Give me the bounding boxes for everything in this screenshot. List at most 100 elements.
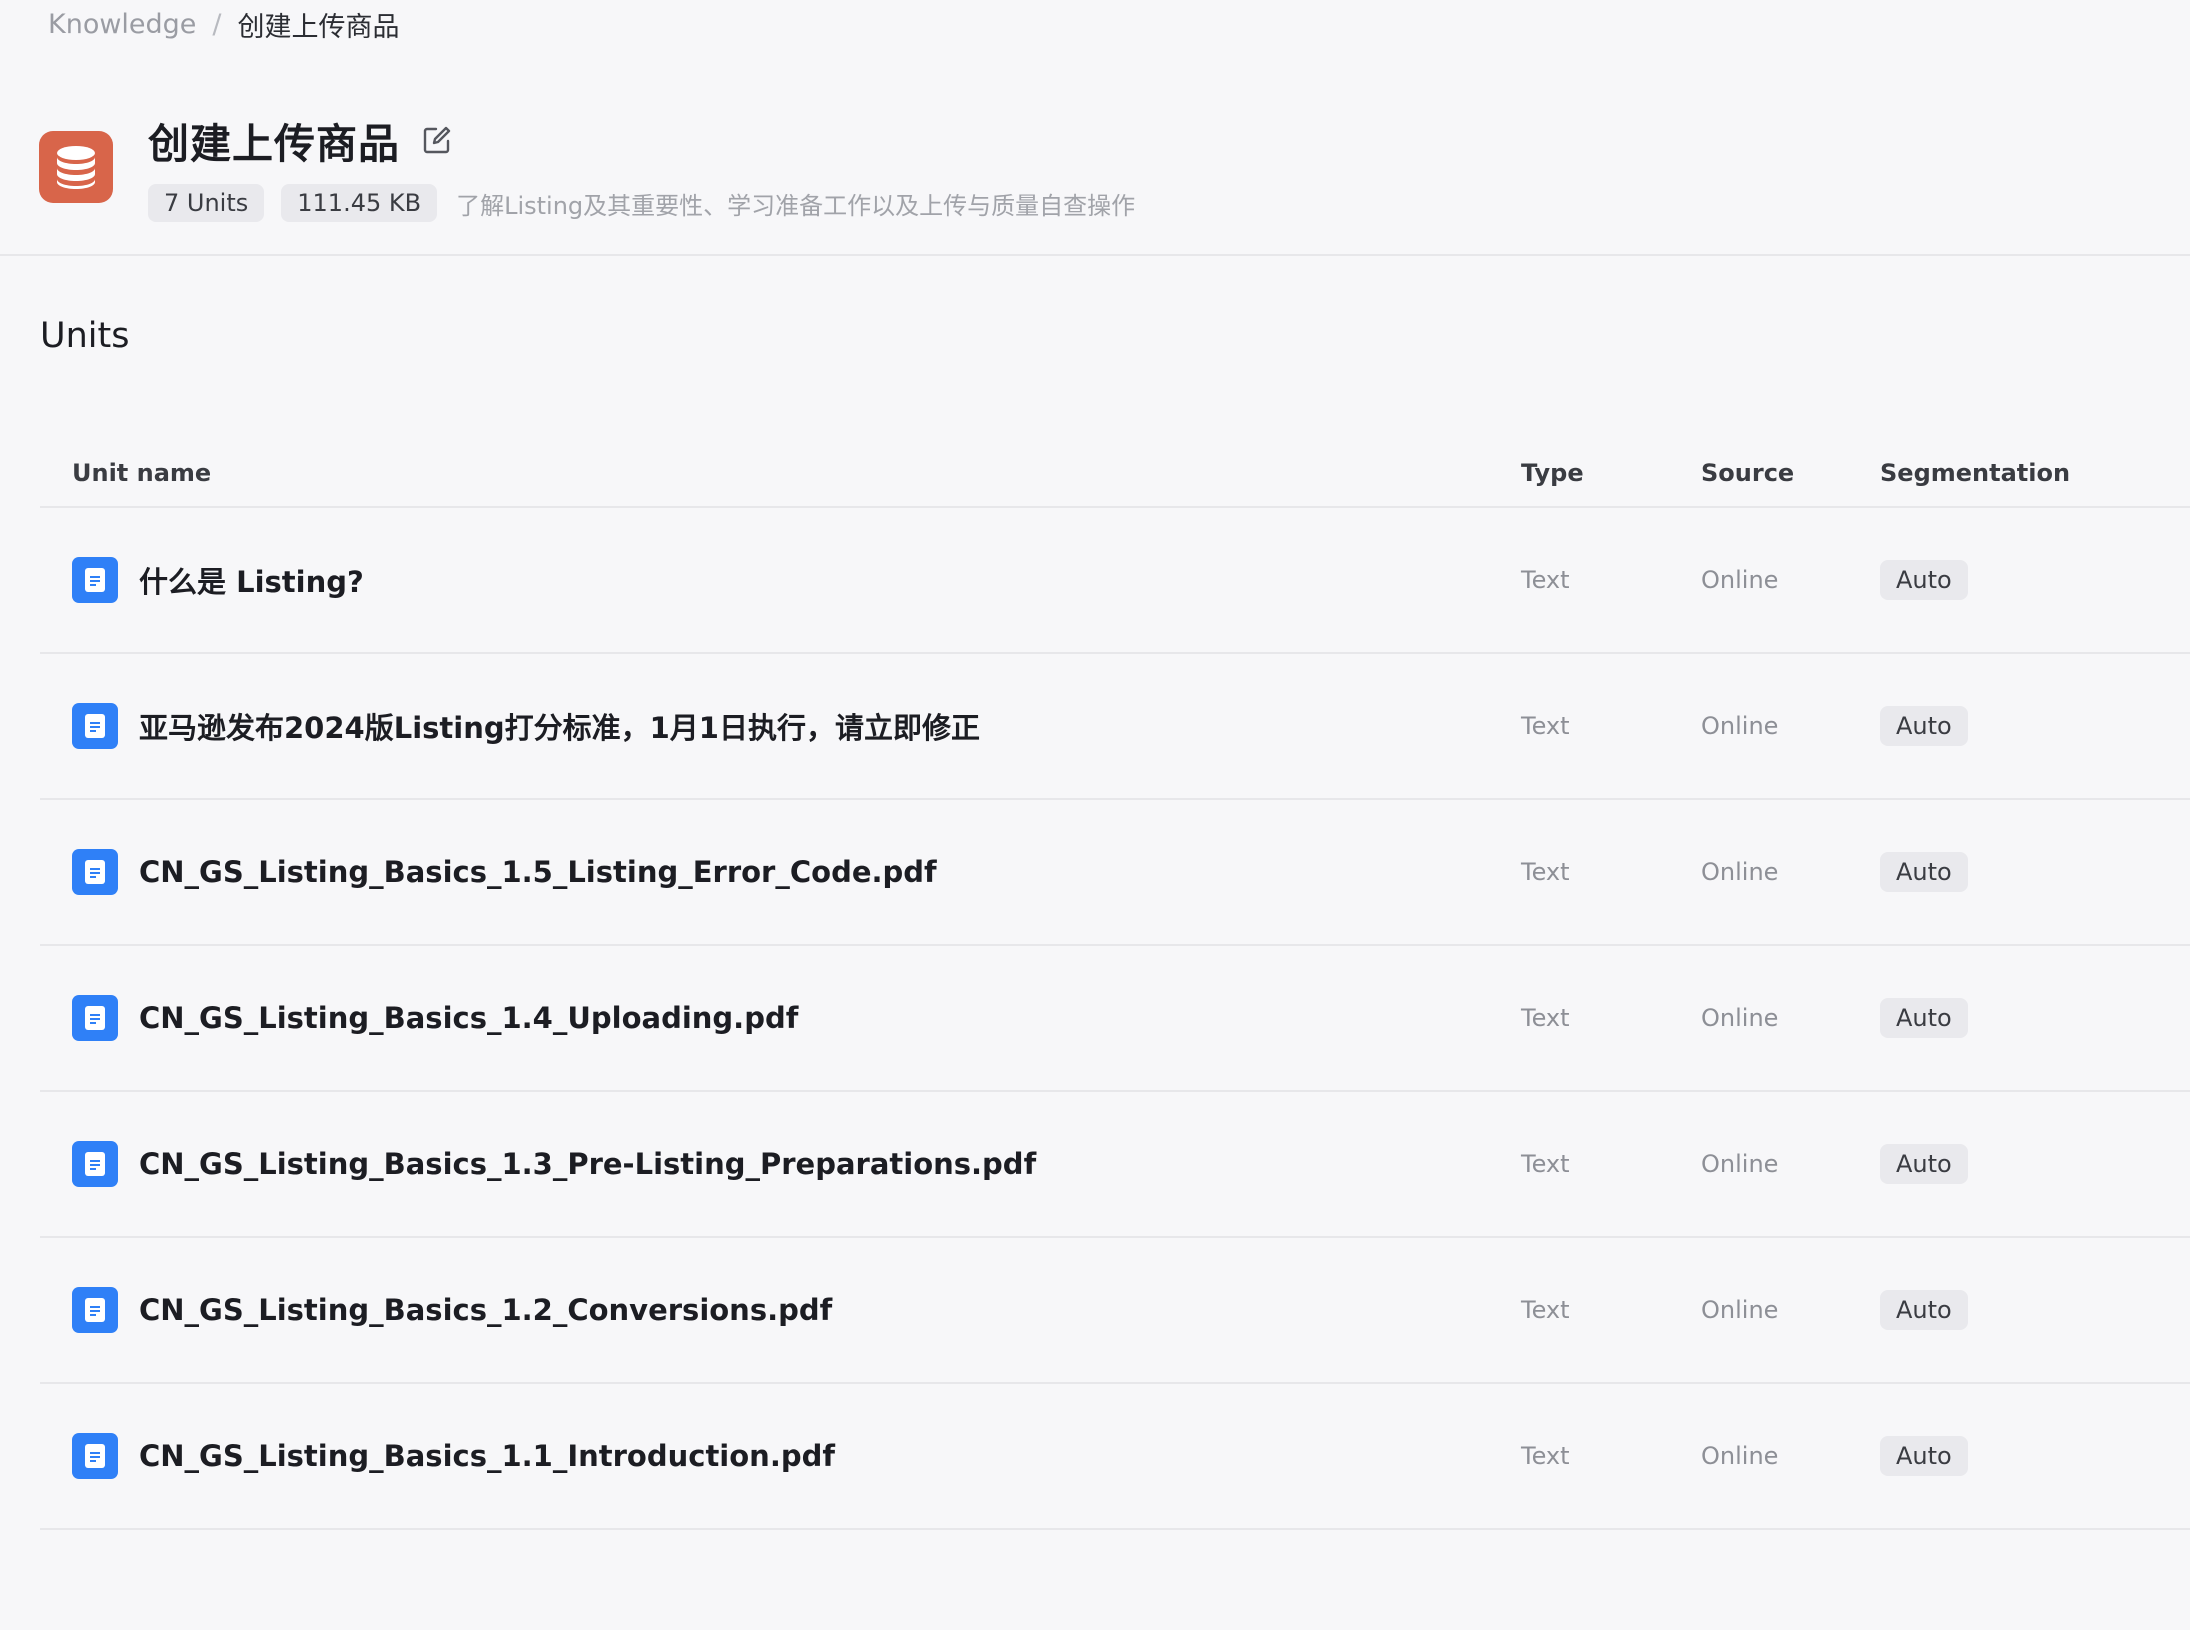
unit-segmentation-cell: Auto: [1880, 1092, 1968, 1236]
database-icon: [39, 131, 113, 203]
database-icon-svg: [57, 146, 95, 189]
table-body: 什么是 Listing? Text Online Auto 亚马逊发布2024版…: [40, 508, 2190, 1530]
table-row[interactable]: CN_GS_Listing_Basics_1.3_Pre-Listing_Pre…: [40, 1092, 2190, 1238]
unit-name[interactable]: 亚马逊发布2024版Listing打分标准，1月1日执行，请立即修正: [139, 705, 980, 747]
units-section-title: Units: [40, 316, 130, 356]
segmentation-badge: Auto: [1880, 706, 1968, 746]
title-row: 创建上传商品: [148, 112, 452, 168]
segmentation-badge: Auto: [1880, 1436, 1968, 1476]
table-row[interactable]: 什么是 Listing? Text Online Auto: [40, 508, 2190, 654]
unit-name-cell: CN_GS_Listing_Basics_1.5_Listing_Error_C…: [72, 800, 937, 944]
unit-segmentation-cell: Auto: [1880, 800, 1968, 944]
breadcrumb-separator: /: [212, 8, 222, 40]
unit-source: Online: [1701, 858, 1779, 886]
document-icon-svg: [85, 1298, 105, 1322]
unit-type: Text: [1521, 1296, 1570, 1324]
unit-type-cell: Text: [1521, 946, 1570, 1090]
column-header-segmentation: Segmentation: [1880, 459, 2071, 487]
edit-icon-svg: [423, 126, 451, 154]
unit-type-cell: Text: [1521, 654, 1570, 798]
unit-segmentation-cell: Auto: [1880, 508, 1968, 652]
unit-source-cell: Online: [1701, 654, 1778, 798]
segmentation-badge: Auto: [1880, 852, 1968, 892]
breadcrumb-current: 创建上传商品: [237, 11, 400, 43]
segmentation-badge: Auto: [1880, 1290, 1968, 1330]
unit-type: Text: [1521, 566, 1570, 594]
document-icon: [72, 849, 118, 895]
units-count-badge: 7 Units: [148, 184, 265, 222]
unit-source-cell: Online: [1701, 946, 1778, 1090]
unit-source: Online: [1701, 1296, 1779, 1324]
column-header-type: Type: [1521, 459, 1584, 487]
unit-source: Online: [1701, 712, 1779, 740]
unit-source-cell: Online: [1701, 1238, 1778, 1382]
unit-source: Online: [1701, 1442, 1779, 1470]
unit-source-cell: Online: [1701, 508, 1778, 652]
unit-name[interactable]: CN_GS_Listing_Basics_1.2_Conversions.pdf: [139, 1293, 832, 1327]
unit-type-cell: Text: [1521, 508, 1570, 652]
size-badge: 111.45 KB: [281, 184, 438, 222]
app-root: Knowledge / 创建上传商品 创建上传商品 7 Units 111.45…: [0, 0, 2190, 1630]
unit-type: Text: [1521, 1150, 1570, 1178]
unit-type-cell: Text: [1521, 1238, 1570, 1382]
document-icon-svg: [85, 568, 105, 592]
edit-icon[interactable]: [422, 125, 452, 155]
unit-name-cell: CN_GS_Listing_Basics_1.3_Pre-Listing_Pre…: [72, 1092, 1036, 1236]
document-icon-svg: [85, 1006, 105, 1030]
segmentation-badge: Auto: [1880, 560, 1968, 600]
unit-source: Online: [1701, 1150, 1779, 1178]
document-icon-svg: [85, 860, 105, 884]
breadcrumb: Knowledge / 创建上传商品: [48, 4, 400, 44]
unit-source: Online: [1701, 1004, 1779, 1032]
column-header-unit-name: Unit name: [72, 459, 212, 487]
document-icon: [72, 557, 118, 603]
unit-segmentation-cell: Auto: [1880, 1238, 1968, 1382]
unit-source-cell: Online: [1701, 1384, 1778, 1528]
breadcrumb-knowledge-link[interactable]: Knowledge: [48, 9, 196, 40]
page-title: 创建上传商品: [148, 120, 400, 168]
segmentation-badge: Auto: [1880, 1144, 1968, 1184]
header-divider: [0, 254, 2190, 256]
document-icon-svg: [85, 714, 105, 738]
table-row[interactable]: 亚马逊发布2024版Listing打分标准，1月1日执行，请立即修正 Text …: [40, 654, 2190, 800]
unit-name[interactable]: CN_GS_Listing_Basics_1.4_Uploading.pdf: [139, 1001, 798, 1035]
unit-name-cell: CN_GS_Listing_Basics_1.4_Uploading.pdf: [72, 946, 798, 1090]
unit-source-cell: Online: [1701, 1092, 1778, 1236]
unit-name-cell: 亚马逊发布2024版Listing打分标准，1月1日执行，请立即修正: [72, 654, 980, 798]
document-icon: [72, 1433, 118, 1479]
unit-type: Text: [1521, 858, 1570, 886]
unit-type-cell: Text: [1521, 800, 1570, 944]
table-row[interactable]: CN_GS_Listing_Basics_1.5_Listing_Error_C…: [40, 800, 2190, 946]
unit-source: Online: [1701, 566, 1779, 594]
segmentation-badge: Auto: [1880, 998, 1968, 1038]
document-icon: [72, 703, 118, 749]
table-row[interactable]: CN_GS_Listing_Basics_1.1_Introduction.pd…: [40, 1384, 2190, 1530]
unit-segmentation-cell: Auto: [1880, 1384, 1968, 1528]
unit-source-cell: Online: [1701, 800, 1778, 944]
knowledge-description: 了解Listing及其重要性、学习准备工作以及上传与质量自查操作: [456, 191, 1136, 220]
unit-type: Text: [1521, 1442, 1570, 1470]
unit-type-cell: Text: [1521, 1092, 1570, 1236]
document-icon: [72, 1287, 118, 1333]
unit-name-cell: 什么是 Listing?: [72, 508, 364, 652]
unit-name[interactable]: CN_GS_Listing_Basics_1.3_Pre-Listing_Pre…: [139, 1147, 1036, 1181]
table-row[interactable]: CN_GS_Listing_Basics_1.4_Uploading.pdf T…: [40, 946, 2190, 1092]
units-table: Unit name Type Source Segmentation 什么是 L…: [40, 438, 2190, 1530]
unit-name-cell: CN_GS_Listing_Basics_1.1_Introduction.pd…: [72, 1384, 835, 1528]
unit-segmentation-cell: Auto: [1880, 946, 1968, 1090]
table-header: Unit name Type Source Segmentation: [40, 438, 2190, 508]
unit-name[interactable]: 什么是 Listing?: [139, 559, 364, 601]
unit-segmentation-cell: Auto: [1880, 654, 1968, 798]
meta-row: 7 Units 111.45 KB 了解Listing及其重要性、学习准备工作以…: [148, 184, 1135, 222]
table-row[interactable]: CN_GS_Listing_Basics_1.2_Conversions.pdf…: [40, 1238, 2190, 1384]
unit-name[interactable]: CN_GS_Listing_Basics_1.5_Listing_Error_C…: [139, 855, 937, 889]
unit-name-cell: CN_GS_Listing_Basics_1.2_Conversions.pdf: [72, 1238, 832, 1382]
unit-type: Text: [1521, 712, 1570, 740]
document-icon-svg: [85, 1444, 105, 1468]
document-icon: [72, 1141, 118, 1187]
document-icon: [72, 995, 118, 1041]
unit-name[interactable]: CN_GS_Listing_Basics_1.1_Introduction.pd…: [139, 1439, 835, 1473]
unit-type: Text: [1521, 1004, 1570, 1032]
unit-type-cell: Text: [1521, 1384, 1570, 1528]
document-icon-svg: [85, 1152, 105, 1176]
